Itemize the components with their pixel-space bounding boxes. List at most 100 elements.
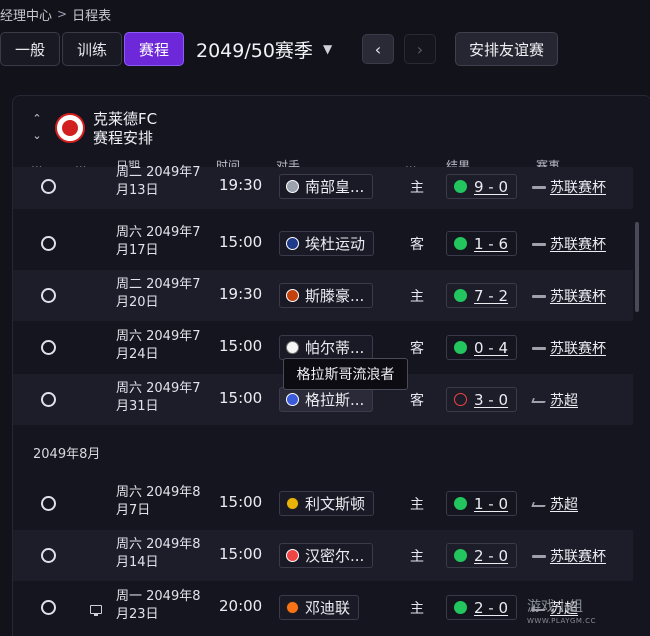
opponent-name: 邓迪联 xyxy=(305,599,351,617)
opponent-badge-icon xyxy=(286,601,299,614)
chevron-up-icon[interactable]: ⌃ xyxy=(31,110,43,127)
competition-name: 苏联赛杯 xyxy=(550,289,606,305)
breadcrumb-parent[interactable]: 经理中心 xyxy=(0,5,52,24)
breadcrumb: 经理中心 > 日程表 xyxy=(0,4,111,24)
table-row[interactable]: 周二 2049年7月20日 19:30 斯滕豪... 主 7 - 2 苏联赛杯 xyxy=(13,270,633,321)
fixture-date: 周一 2049年8月23日 xyxy=(116,589,201,622)
opponent-badge-icon xyxy=(286,393,299,406)
breadcrumb-separator: > xyxy=(57,7,68,21)
row-select-radio[interactable] xyxy=(41,179,56,194)
sort-toggle[interactable]: ⌃ ⌄ xyxy=(31,110,43,144)
opponent-name: 埃杜运动 xyxy=(305,235,366,253)
tab-training[interactable]: 训练 xyxy=(62,32,122,66)
win-indicator-icon xyxy=(454,237,467,250)
tab-general[interactable]: 一般 xyxy=(0,32,60,66)
opponent-name: 汉密尔... xyxy=(305,547,365,565)
fixture-date: 周六 2049年8月7日 xyxy=(116,485,201,518)
row-select-radio[interactable] xyxy=(41,288,56,303)
cup-icon xyxy=(532,294,546,298)
fixture-venue: 主 xyxy=(410,497,424,513)
result-button[interactable]: 7 - 2 xyxy=(446,283,517,308)
chevron-right-icon: › xyxy=(416,39,424,59)
competition-link[interactable]: 苏超 xyxy=(531,390,578,410)
scrollbar[interactable] xyxy=(635,222,639,312)
cup-icon xyxy=(532,554,546,558)
watermark: 游戏小组 WWW.PLAYGM.CC xyxy=(527,596,596,625)
toolbar: 一般 训练 赛程 2049/50赛季 ▼ ‹ › 安排友谊赛 xyxy=(0,32,650,66)
tab-schedule[interactable]: 赛程 xyxy=(124,32,184,66)
competition-link[interactable]: 苏联赛杯 xyxy=(532,338,606,358)
competition-link[interactable]: 苏超 xyxy=(531,494,578,514)
fixture-score: 9 - 0 xyxy=(474,177,509,196)
row-select-radio[interactable] xyxy=(41,548,56,563)
opponent-button[interactable]: 邓迪联 xyxy=(279,595,360,620)
fixture-time: 19:30 xyxy=(219,285,263,303)
season-selector[interactable]: 2049/50赛季 ▼ xyxy=(196,32,332,66)
fixture-time: 15:00 xyxy=(219,545,263,563)
arrange-friendly-button[interactable]: 安排友谊赛 xyxy=(455,32,558,66)
competition-link[interactable]: 苏联赛杯 xyxy=(532,286,606,306)
opponent-button[interactable]: 汉密尔... xyxy=(279,543,374,568)
fixture-date: 周六 2049年8月14日 xyxy=(116,537,201,570)
table-row[interactable]: 周六 2049年8月14日 15:00 汉密尔... 主 2 - 0 苏联赛杯 xyxy=(13,530,633,581)
fixture-score: 1 - 0 xyxy=(474,494,509,513)
cup-icon xyxy=(532,185,546,189)
table-row[interactable]: 周六 2049年8月7日 15:00 利文斯顿 主 1 - 0 苏超 xyxy=(13,478,633,529)
watermark-url: WWW.PLAYGM.CC xyxy=(527,617,596,625)
fixture-score: 7 - 2 xyxy=(474,286,509,305)
cup-icon xyxy=(532,242,546,246)
table-row[interactable]: 周二 2049年7月13日 19:30 南部皇... 主 9 - 0 苏联赛杯 xyxy=(13,165,633,209)
watermark-text: 游戏小组 xyxy=(527,599,583,615)
win-indicator-icon xyxy=(454,601,467,614)
opponent-button[interactable]: 埃杜运动 xyxy=(279,231,375,256)
previous-button[interactable]: ‹ xyxy=(362,34,394,64)
result-button[interactable]: 1 - 6 xyxy=(446,231,517,256)
row-select-radio[interactable] xyxy=(41,392,56,407)
fixture-time: 15:00 xyxy=(219,389,263,407)
competition-link[interactable]: 苏联赛杯 xyxy=(532,177,606,197)
opponent-button[interactable]: 利文斯顿 xyxy=(279,491,375,516)
result-button[interactable]: 2 - 0 xyxy=(446,543,517,568)
result-button[interactable]: 9 - 0 xyxy=(446,174,517,199)
result-button[interactable]: 2 - 0 xyxy=(446,595,517,620)
opponent-badge-icon xyxy=(286,497,299,510)
row-select-radio[interactable] xyxy=(41,340,56,355)
chevron-down-icon[interactable]: ⌄ xyxy=(31,127,43,144)
fixture-venue: 主 xyxy=(410,549,424,565)
fixture-time: 15:00 xyxy=(219,493,263,511)
row-select-radio[interactable] xyxy=(41,496,56,511)
competition-link[interactable]: 苏联赛杯 xyxy=(532,234,606,254)
opponent-button[interactable]: 帕尔蒂... xyxy=(279,335,374,360)
loss-indicator-icon xyxy=(454,393,467,406)
result-button[interactable]: 0 - 4 xyxy=(446,335,517,360)
fixture-date: 周二 2049年7月13日 xyxy=(116,165,201,198)
fixture-date: 周六 2049年7月24日 xyxy=(116,329,201,362)
table-row[interactable]: 周六 2049年7月17日 15:00 埃杜运动 客 1 - 6 苏联赛杯 xyxy=(13,218,633,269)
competition-link[interactable]: 苏联赛杯 xyxy=(532,546,606,566)
opponent-badge-icon xyxy=(286,549,299,562)
opponent-name: 帕尔蒂... xyxy=(305,339,365,357)
league-icon xyxy=(531,501,547,507)
row-select-radio[interactable] xyxy=(41,236,56,251)
fixture-date: 周二 2049年7月20日 xyxy=(116,277,201,310)
win-indicator-icon xyxy=(454,497,467,510)
competition-name: 苏超 xyxy=(550,393,578,409)
opponent-name: 南部皇... xyxy=(305,178,365,196)
club-name[interactable]: 克莱德FC xyxy=(93,108,157,129)
result-button[interactable]: 3 - 0 xyxy=(446,387,517,412)
opponent-button[interactable]: 南部皇... xyxy=(279,174,374,199)
fixture-venue: 客 xyxy=(410,393,424,409)
row-select-radio[interactable] xyxy=(41,600,56,615)
result-button[interactable]: 1 - 0 xyxy=(446,491,517,516)
fixture-time: 15:00 xyxy=(219,233,263,251)
opponent-name: 格拉斯... xyxy=(305,391,365,409)
panel-title: 赛程安排 xyxy=(93,129,154,147)
opponent-button[interactable]: 格拉斯... xyxy=(279,387,374,412)
opponent-badge-icon xyxy=(286,341,299,354)
next-button[interactable]: › xyxy=(404,34,436,64)
win-indicator-icon xyxy=(454,549,467,562)
opponent-button[interactable]: 斯滕豪... xyxy=(279,283,374,308)
fixture-score: 2 - 0 xyxy=(474,598,509,617)
club-crest xyxy=(55,113,85,143)
league-icon xyxy=(531,397,547,403)
